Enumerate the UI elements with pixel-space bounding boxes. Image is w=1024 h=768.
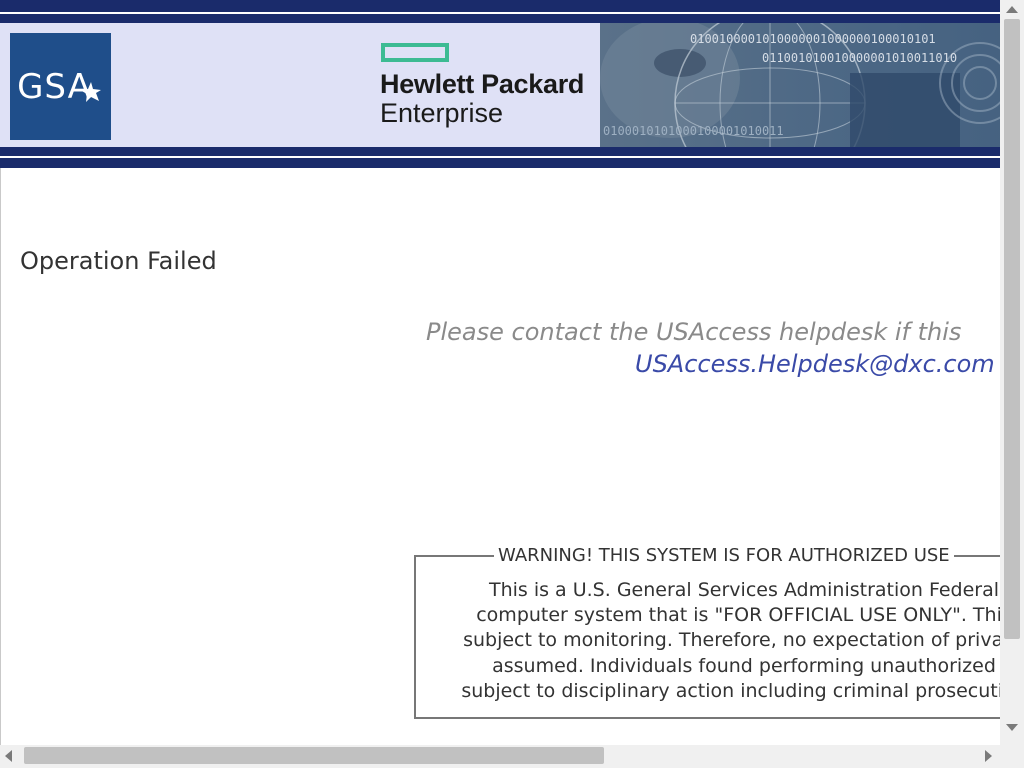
warning-line: computer system that is "FOR OFFICIAL US… <box>476 604 1000 627</box>
vertical-scroll-thumb[interactable] <box>1004 19 1020 639</box>
scroll-down-icon[interactable] <box>1006 724 1018 731</box>
page-content: GSA Hewlett Packard Enterprise 010010000… <box>0 0 1000 745</box>
warning-body: This is a U.S. General Services Administ… <box>434 578 1000 704</box>
scrollbar-corner <box>1000 745 1024 768</box>
warning-line: assumed. Individuals found performing un… <box>492 654 996 677</box>
binary-text-1: 0100100001010000001000000100010101 <box>690 32 936 46</box>
gsa-logo-text: GSA <box>17 66 92 107</box>
page-viewport: GSA Hewlett Packard Enterprise 010010000… <box>0 0 1000 745</box>
header-bottom-stripe-2 <box>0 158 1000 168</box>
hpe-logo-line1: Hewlett Packard <box>380 69 585 99</box>
header-top-stripe-2 <box>0 14 1000 23</box>
helpdesk-email-link[interactable]: USAccess.Helpdesk@dxc.com <box>635 350 995 378</box>
binary-text-2: 011001010010000001010011010 <box>762 51 958 65</box>
warning-line: subject to monitoring. Therefore, no exp… <box>463 629 1000 652</box>
banner-security-image: 0100100001010000001000000100010101 01100… <box>600 23 1000 147</box>
hpe-logo-line2: Enterprise <box>380 98 504 128</box>
hpe-logo-rectangle <box>381 43 449 62</box>
scroll-right-icon[interactable] <box>985 750 992 762</box>
binary-text-3: 0100010101000100001010011 <box>603 124 784 138</box>
gsa-logo: GSA <box>10 33 111 140</box>
scroll-up-icon[interactable] <box>1006 6 1018 13</box>
left-border <box>0 168 1 745</box>
warning-line: This is a U.S. General Services Administ… <box>488 579 1000 601</box>
header-bottom-stripe <box>0 147 1000 156</box>
page-title: Operation Failed <box>20 247 217 275</box>
warning-title: WARNING! THIS SYSTEM IS FOR AUTHORIZED U… <box>494 545 954 566</box>
helpdesk-message: Please contact the USAccess helpdesk if … <box>426 318 962 346</box>
horizontal-scroll-thumb[interactable] <box>24 747 604 764</box>
header-top-stripe <box>0 0 1000 12</box>
warning-line: subject to disciplinary action including… <box>461 679 1000 702</box>
scroll-left-icon[interactable] <box>5 750 12 762</box>
